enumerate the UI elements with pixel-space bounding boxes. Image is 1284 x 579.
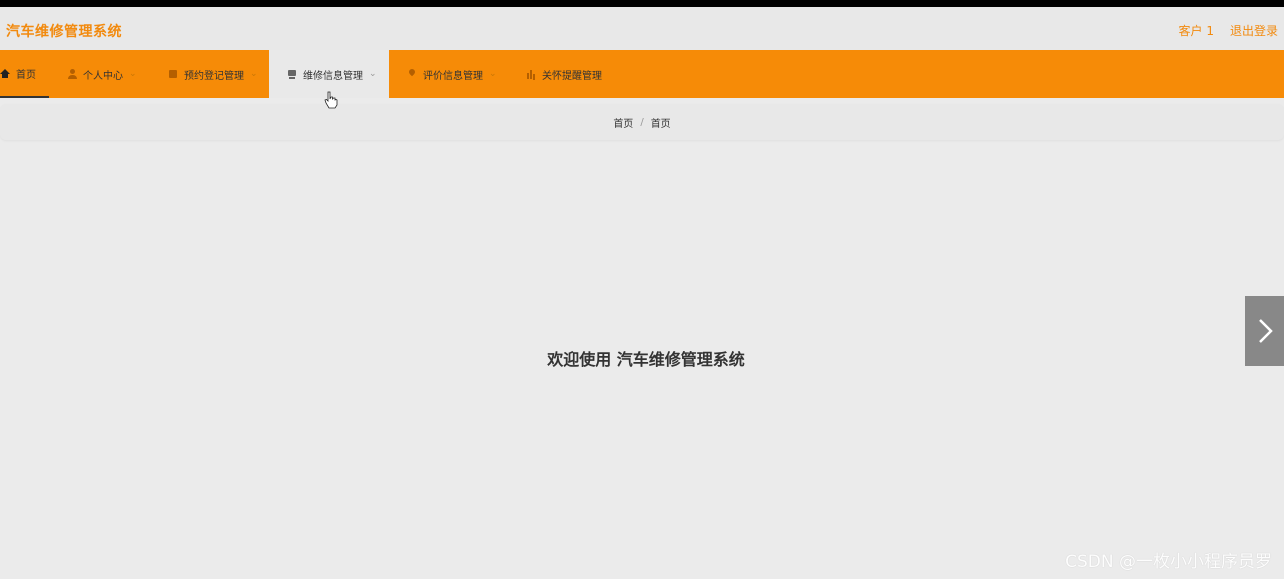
nav-item-care-reminder[interactable]: 关怀提醒管理 xyxy=(509,50,619,98)
nav-item-label: 预约登记管理 xyxy=(184,70,244,82)
main-nav: 首页 个人中心 ⌄ 预约登记管理 ⌄ 维修信息管理 ⌄ 评价信息管理 ⌄ 关怀提… xyxy=(0,50,1284,98)
bar-chart-icon xyxy=(526,69,536,79)
breadcrumb-item-home[interactable]: 首页 xyxy=(613,115,633,130)
next-slide-button[interactable] xyxy=(1245,296,1284,366)
nav-item-label: 关怀提醒管理 xyxy=(542,70,602,82)
nav-item-label: 个人中心 xyxy=(83,70,123,82)
chevron-down-icon: ⌄ xyxy=(129,69,137,79)
chevron-right-icon xyxy=(1258,319,1273,343)
hand-cursor-icon xyxy=(324,91,338,109)
nav-item-label: 首页 xyxy=(16,69,36,81)
nav-item-home[interactable]: 首页 xyxy=(0,50,49,98)
breadcrumb-separator: / xyxy=(640,116,644,128)
chevron-down-icon: ⌄ xyxy=(250,69,258,79)
window-top-border xyxy=(0,0,1284,7)
nav-item-appointment[interactable]: 预约登记管理 ⌄ xyxy=(168,50,269,98)
repair-icon xyxy=(287,69,297,79)
nav-item-label: 评价信息管理 xyxy=(423,70,483,82)
user-icon xyxy=(67,69,77,79)
nav-item-personal-center[interactable]: 个人中心 ⌄ xyxy=(67,50,168,98)
logout-link[interactable]: 退出登录 xyxy=(1230,22,1278,39)
breadcrumb: 首页 / 首页 xyxy=(0,104,1284,140)
watermark: CSDN @一枚小小程序员罗 xyxy=(1065,552,1272,572)
header-user-menu: 客户 1 退出登录 xyxy=(1179,22,1278,39)
breadcrumb-item-current: 首页 xyxy=(650,118,671,130)
pin-icon xyxy=(407,69,417,79)
chevron-down-icon: ⌄ xyxy=(369,69,377,79)
chevron-down-icon: ⌄ xyxy=(489,69,497,79)
nav-item-label: 维修信息管理 xyxy=(303,70,363,82)
welcome-message: 欢迎使用 汽车维修管理系统 xyxy=(547,350,745,369)
app-title: 汽车维修管理系统 xyxy=(6,24,122,40)
calendar-icon xyxy=(168,69,178,79)
home-icon xyxy=(0,68,10,78)
current-user-link[interactable]: 客户 1 xyxy=(1179,22,1214,39)
nav-item-review-info[interactable]: 评价信息管理 ⌄ xyxy=(389,50,509,98)
app-header: 汽车维修管理系统 客户 1 退出登录 xyxy=(0,7,1284,50)
